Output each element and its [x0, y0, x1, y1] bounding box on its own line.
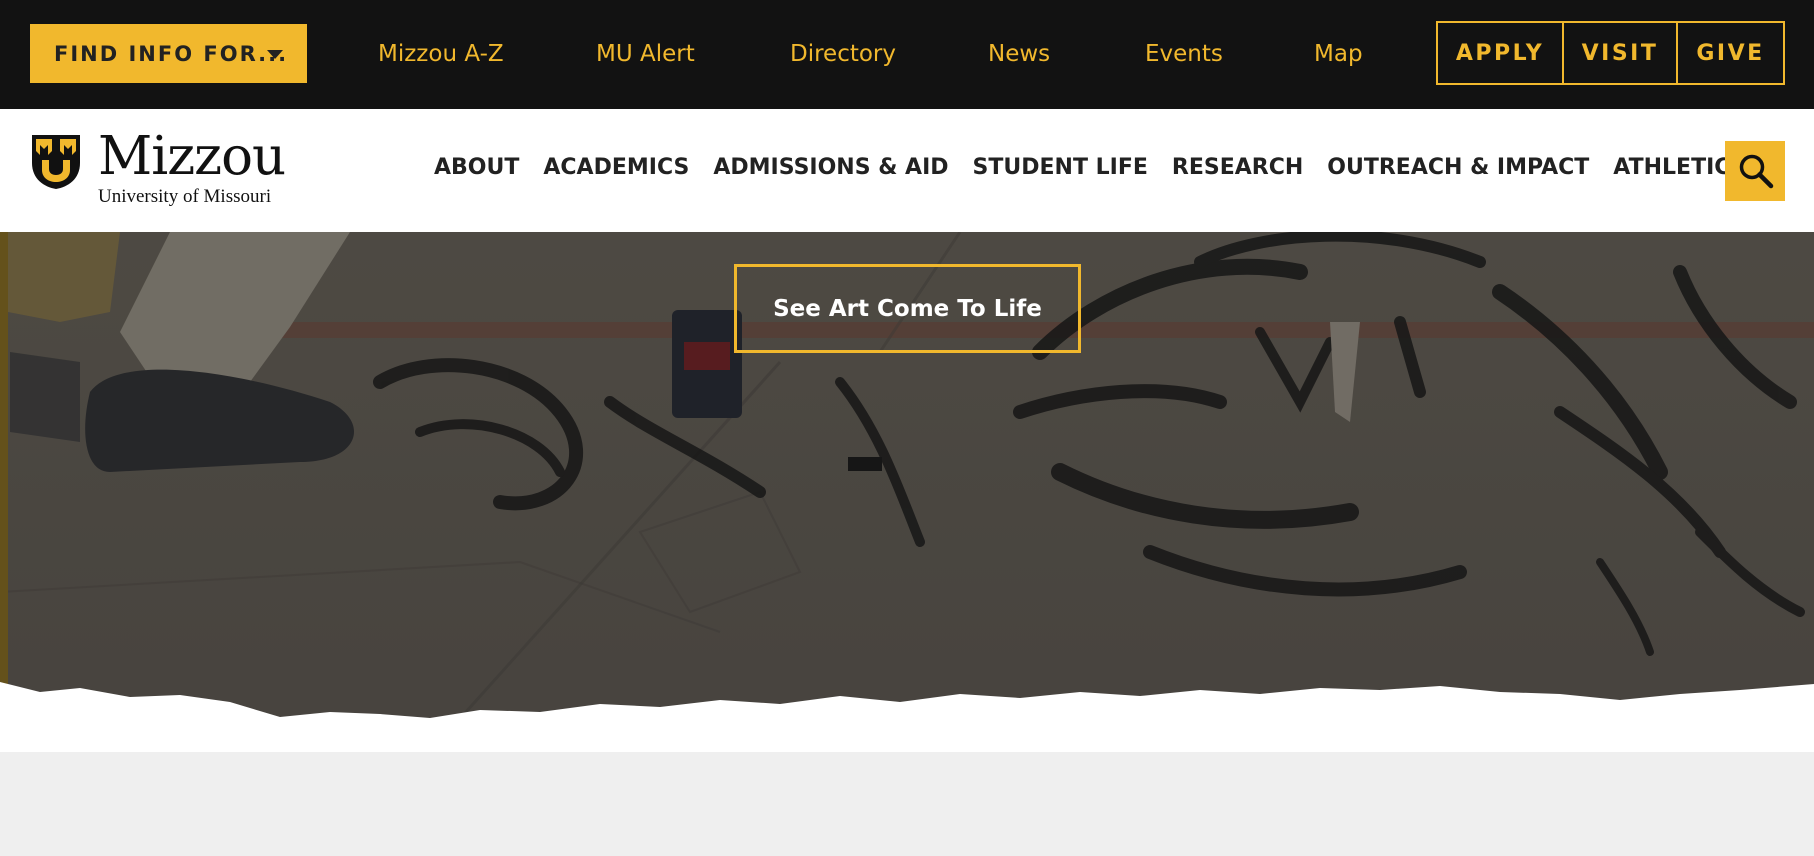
visit-button[interactable]: VISIT	[1562, 23, 1676, 83]
logo-wordmark: Mizzou	[98, 126, 286, 187]
utility-link-directory[interactable]: Directory	[790, 37, 896, 71]
utility-bar: FIND INFO FOR... Mizzou A-Z MU Alert Dir…	[0, 0, 1814, 109]
nav-item-student-life[interactable]: STUDENT LIFE	[973, 151, 1148, 185]
main-nav: ABOUT ACADEMICS ADMISSIONS & AID STUDENT…	[434, 151, 1747, 185]
find-info-for-label: FIND INFO FOR...	[54, 41, 289, 66]
utility-link-map[interactable]: Map	[1314, 37, 1363, 71]
main-header: Mizzou University of Missouri ABOUT ACAD…	[0, 109, 1814, 232]
cta-group: APPLY VISIT GIVE	[1436, 21, 1785, 85]
search-icon	[1739, 154, 1774, 189]
apply-button[interactable]: APPLY	[1438, 23, 1562, 83]
logo-subtitle: University of Missouri	[98, 186, 272, 207]
find-info-for-button[interactable]: FIND INFO FOR...	[30, 24, 307, 83]
nav-item-admissions-aid[interactable]: ADMISSIONS & AID	[713, 151, 948, 185]
nav-item-academics[interactable]: ACADEMICS	[543, 151, 689, 185]
see-art-come-to-life-button[interactable]: See Art Come To Life	[734, 264, 1081, 353]
give-button[interactable]: GIVE	[1676, 23, 1783, 83]
utility-link-events[interactable]: Events	[1145, 37, 1223, 71]
caret-down-icon	[267, 50, 283, 59]
nav-item-research[interactable]: RESEARCH	[1172, 151, 1303, 185]
search-button[interactable]	[1725, 141, 1785, 201]
hero-cta-label: See Art Come To Life	[773, 295, 1042, 322]
utility-link-mizzou-a-z[interactable]: Mizzou A-Z	[378, 37, 504, 71]
mizzou-shield-icon	[32, 135, 80, 189]
content-area	[0, 752, 1814, 856]
hero-banner: See Art Come To Life	[0, 232, 1814, 752]
nav-item-outreach-impact[interactable]: OUTREACH & IMPACT	[1327, 151, 1589, 185]
mizzou-logo[interactable]: Mizzou University of Missouri	[30, 127, 290, 213]
nav-item-about[interactable]: ABOUT	[434, 151, 519, 185]
utility-link-mu-alert[interactable]: MU Alert	[596, 37, 695, 71]
utility-link-news[interactable]: News	[988, 37, 1050, 71]
